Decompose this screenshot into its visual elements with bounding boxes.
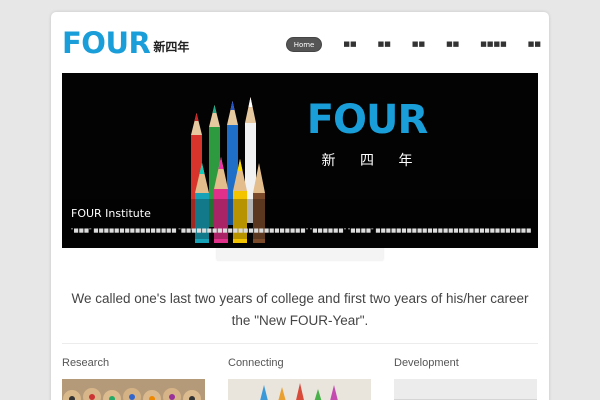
column-image[interactable] <box>228 379 371 400</box>
nav-item-5[interactable]: ■■ <box>446 37 459 52</box>
nav-item-7[interactable]: ■■ <box>528 37 541 52</box>
section-divider <box>62 343 538 344</box>
nav-item-4[interactable]: ■■ <box>412 37 425 52</box>
tagline: We called one's last two years of colleg… <box>51 288 549 332</box>
site-logo[interactable]: FOUR 新四年 <box>62 28 189 58</box>
slider-brand-word: FOUR <box>306 97 429 143</box>
column-connecting: Connecting <box>228 357 371 400</box>
main-navigation: Home ■■ ■■ ■■ ■■ ■■■■ ■■ <box>285 37 541 52</box>
column-title[interactable]: Research <box>62 357 205 369</box>
column-research: Research <box>62 357 205 400</box>
column-title[interactable]: Connecting <box>228 357 371 369</box>
slider-brand: FOUR 新 四 年 <box>302 98 432 170</box>
slider-shadow <box>72 248 528 256</box>
column-development: Development <box>394 357 537 400</box>
nav-item-6[interactable]: ■■■■ <box>480 37 506 52</box>
logo-subtitle: 新四年 <box>153 40 190 54</box>
nav-item-home[interactable]: Home <box>285 37 323 52</box>
slider-caption: FOUR Institute "■■■" ■■■■■■■■■■■■■■■■ "■… <box>62 199 538 239</box>
column-image[interactable] <box>394 379 537 400</box>
caption-title: FOUR Institute <box>71 207 151 220</box>
slider-brand-subtitle: 新 四 年 <box>321 153 423 169</box>
caption-text: "■■■" ■■■■■■■■■■■■■■■■ "■■■■■■■■■■■■■■■■… <box>71 228 531 234</box>
logo-wordmark: FOUR <box>62 26 151 60</box>
tagline-line-2: the "New FOUR-Year". <box>231 313 369 328</box>
page-container: FOUR 新四年 Home ■■ ■■ ■■ ■■ ■■■■ ■■ FOUR 新… <box>51 12 549 400</box>
column-title[interactable]: Development <box>394 357 537 369</box>
hero-slider[interactable]: FOUR 新 四 年 FOUR Institute "■■■" ■■■■■■■■… <box>62 73 538 248</box>
nav-item-2[interactable]: ■■ <box>343 37 356 52</box>
tagline-line-1: We called one's last two years of colleg… <box>71 291 529 306</box>
nav-item-3[interactable]: ■■ <box>378 37 391 52</box>
column-image[interactable] <box>62 379 205 400</box>
